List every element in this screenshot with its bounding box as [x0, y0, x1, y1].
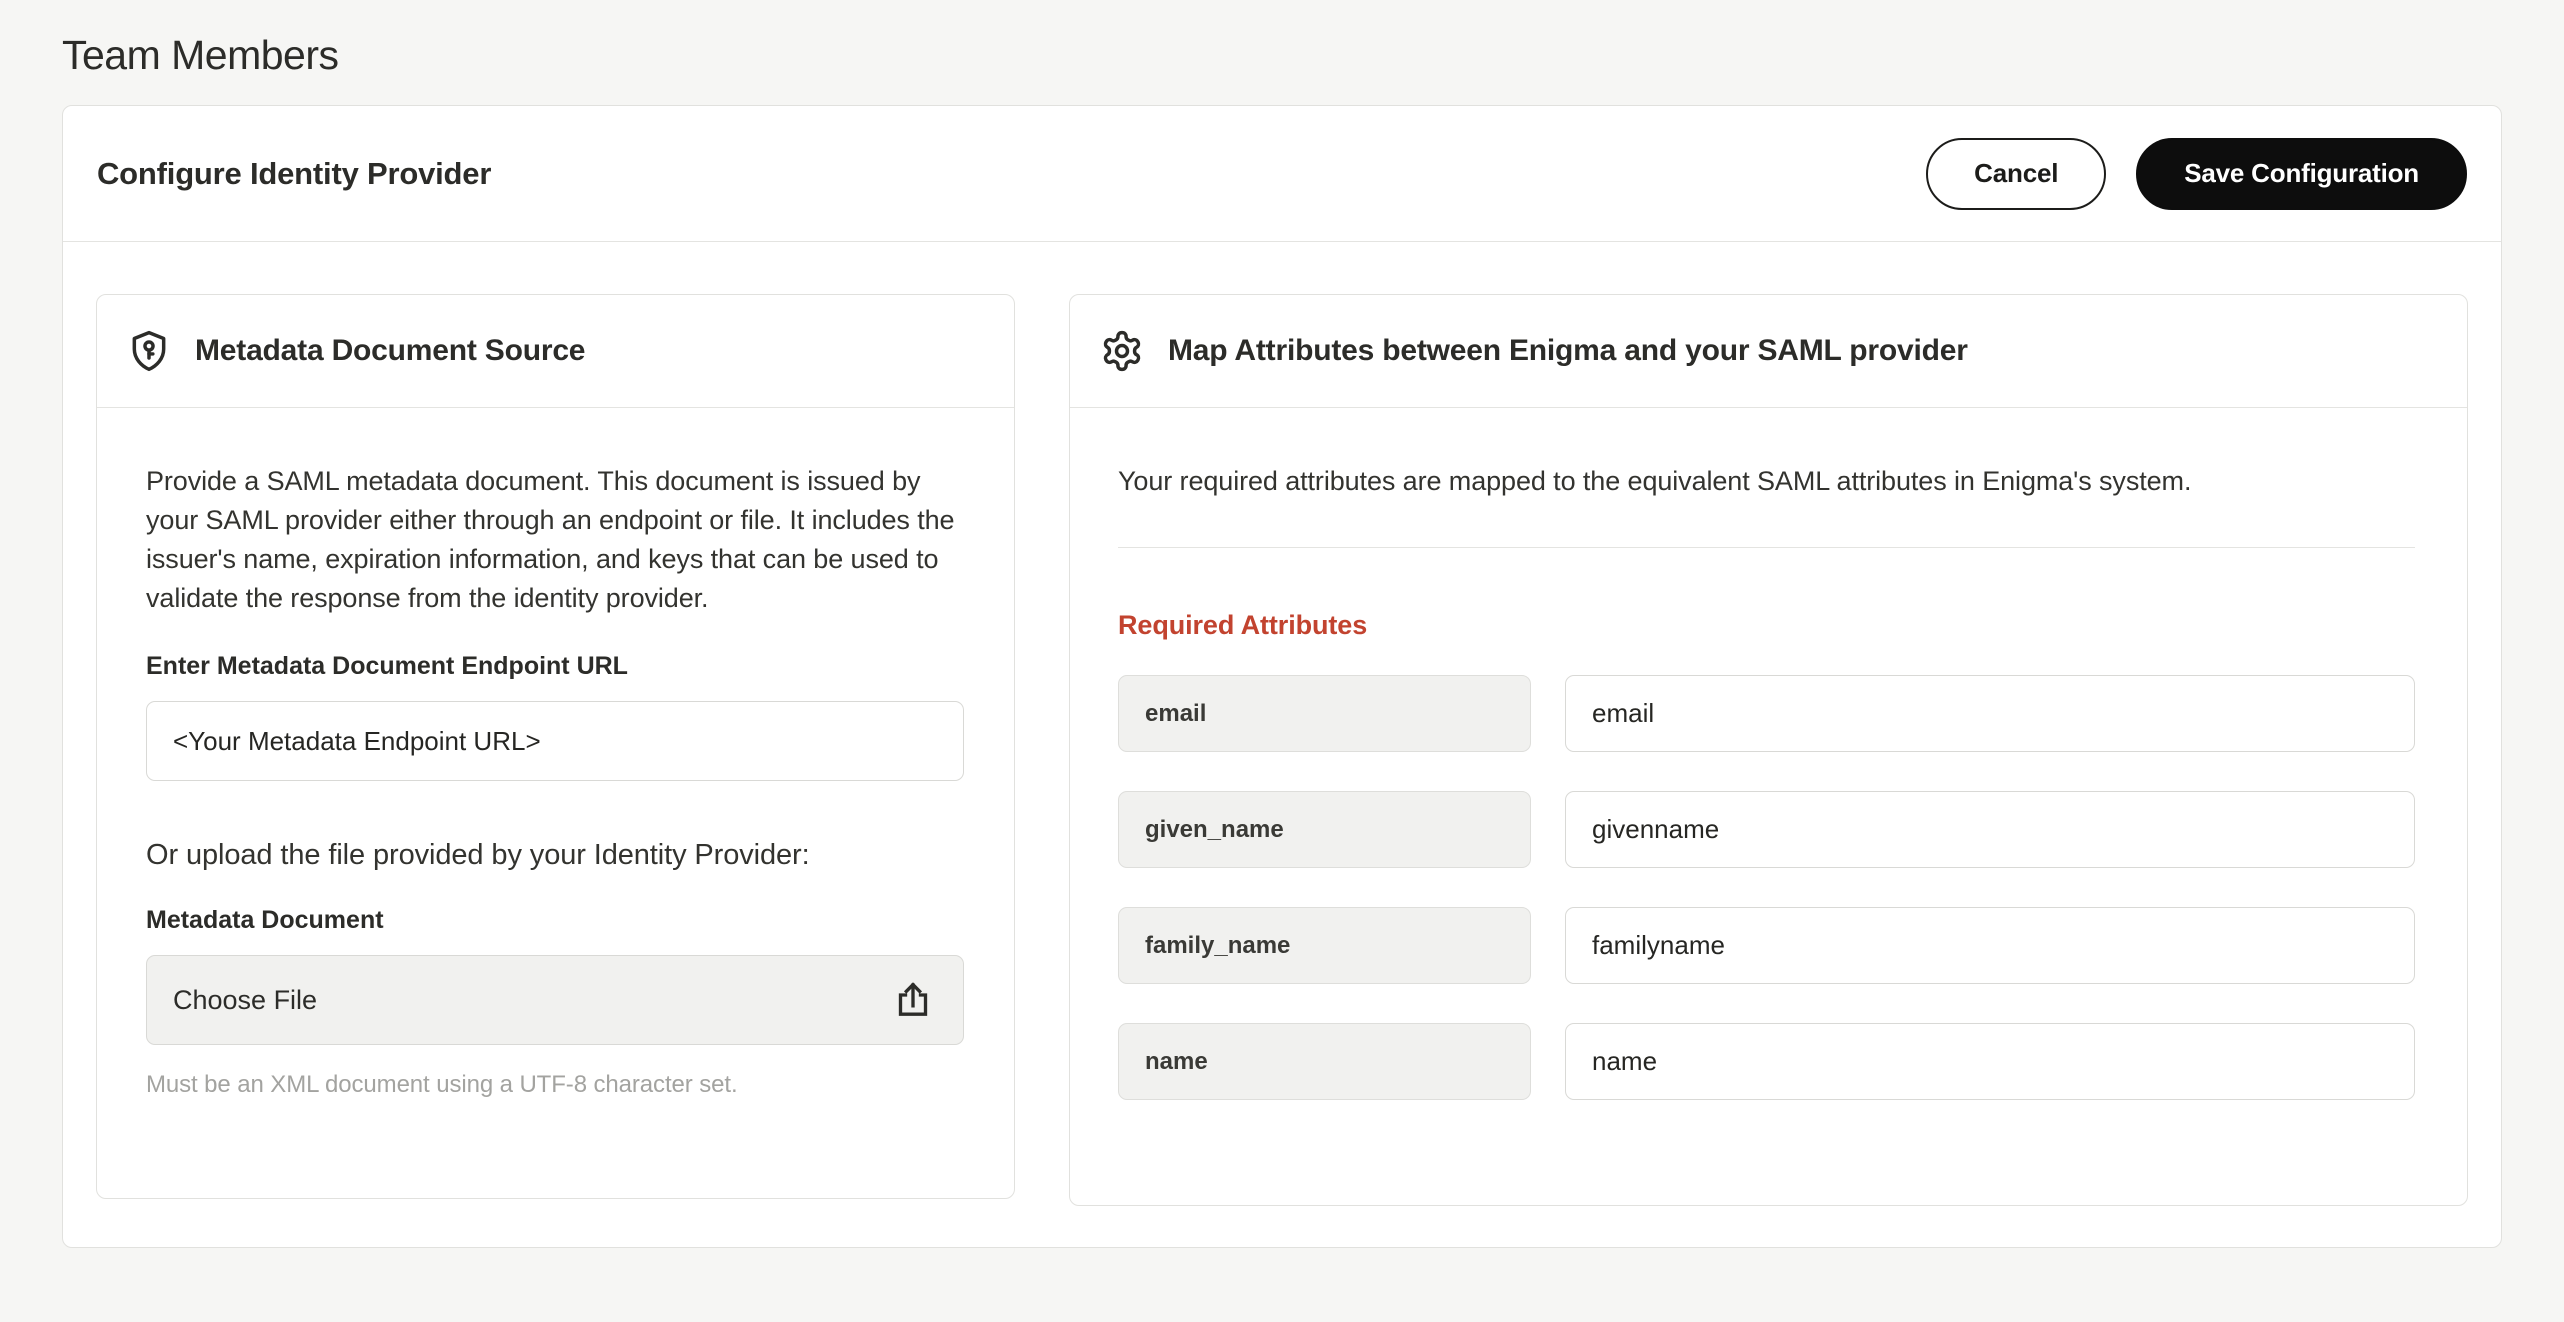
- mapping-panel-body: Your required attributes are mapped to t…: [1070, 408, 2467, 1100]
- attribute-row-given-name: given_name: [1118, 791, 2415, 868]
- gear-icon: [1100, 329, 1144, 373]
- header-actions: Cancel Save Configuration: [1926, 138, 2467, 210]
- attribute-value-input[interactable]: [1565, 907, 2415, 984]
- metadata-document-source-panel: Metadata Document Source Provide a SAML …: [96, 294, 1015, 1199]
- configure-identity-provider-card: Configure Identity Provider Cancel Save …: [62, 105, 2502, 1248]
- card-title: Configure Identity Provider: [97, 156, 491, 192]
- card-header: Configure Identity Provider Cancel Save …: [63, 106, 2501, 242]
- attribute-row-email: email: [1118, 675, 2415, 752]
- attribute-row-name: name: [1118, 1023, 2415, 1100]
- metadata-description: Provide a SAML metadata document. This d…: [146, 462, 964, 618]
- cancel-button[interactable]: Cancel: [1926, 138, 2106, 210]
- upload-prompt: Or upload the file provided by your Iden…: [146, 839, 964, 872]
- metadata-panel-header: Metadata Document Source: [97, 295, 1014, 408]
- attribute-value-input[interactable]: [1565, 675, 2415, 752]
- attribute-key-field: email: [1118, 675, 1531, 752]
- mapping-description: Your required attributes are mapped to t…: [1118, 462, 2415, 501]
- attribute-rows: email given_name family_name name: [1118, 675, 2415, 1100]
- file-hint: Must be an XML document using a UTF-8 ch…: [146, 1071, 964, 1099]
- attribute-value-input[interactable]: [1565, 1023, 2415, 1100]
- endpoint-url-input[interactable]: [146, 701, 964, 781]
- attribute-key-field: name: [1118, 1023, 1531, 1100]
- mapping-panel-title: Map Attributes between Enigma and your S…: [1168, 334, 1968, 368]
- attribute-key-field: given_name: [1118, 791, 1531, 868]
- attribute-key-field: family_name: [1118, 907, 1531, 984]
- upload-icon: [893, 980, 933, 1020]
- metadata-panel-body: Provide a SAML metadata document. This d…: [97, 408, 1014, 1099]
- map-attributes-panel: Map Attributes between Enigma and your S…: [1069, 294, 2468, 1206]
- panels-container: Metadata Document Source Provide a SAML …: [63, 242, 2501, 1206]
- attribute-value-input[interactable]: [1565, 791, 2415, 868]
- metadata-document-label: Metadata Document: [146, 906, 964, 935]
- required-attributes-label: Required Attributes: [1118, 610, 2415, 641]
- shield-key-icon: [127, 329, 171, 373]
- mapping-panel-header: Map Attributes between Enigma and your S…: [1070, 295, 2467, 408]
- section-divider: [1118, 547, 2415, 548]
- metadata-panel-title: Metadata Document Source: [195, 334, 585, 368]
- choose-file-button[interactable]: Choose File: [146, 955, 964, 1045]
- choose-file-label: Choose File: [173, 985, 317, 1016]
- page: Team Members Configure Identity Provider…: [0, 0, 2564, 1248]
- page-title: Team Members: [62, 0, 2502, 105]
- endpoint-url-label: Enter Metadata Document Endpoint URL: [146, 652, 964, 681]
- attribute-row-family-name: family_name: [1118, 907, 2415, 984]
- save-configuration-button[interactable]: Save Configuration: [2136, 138, 2467, 210]
